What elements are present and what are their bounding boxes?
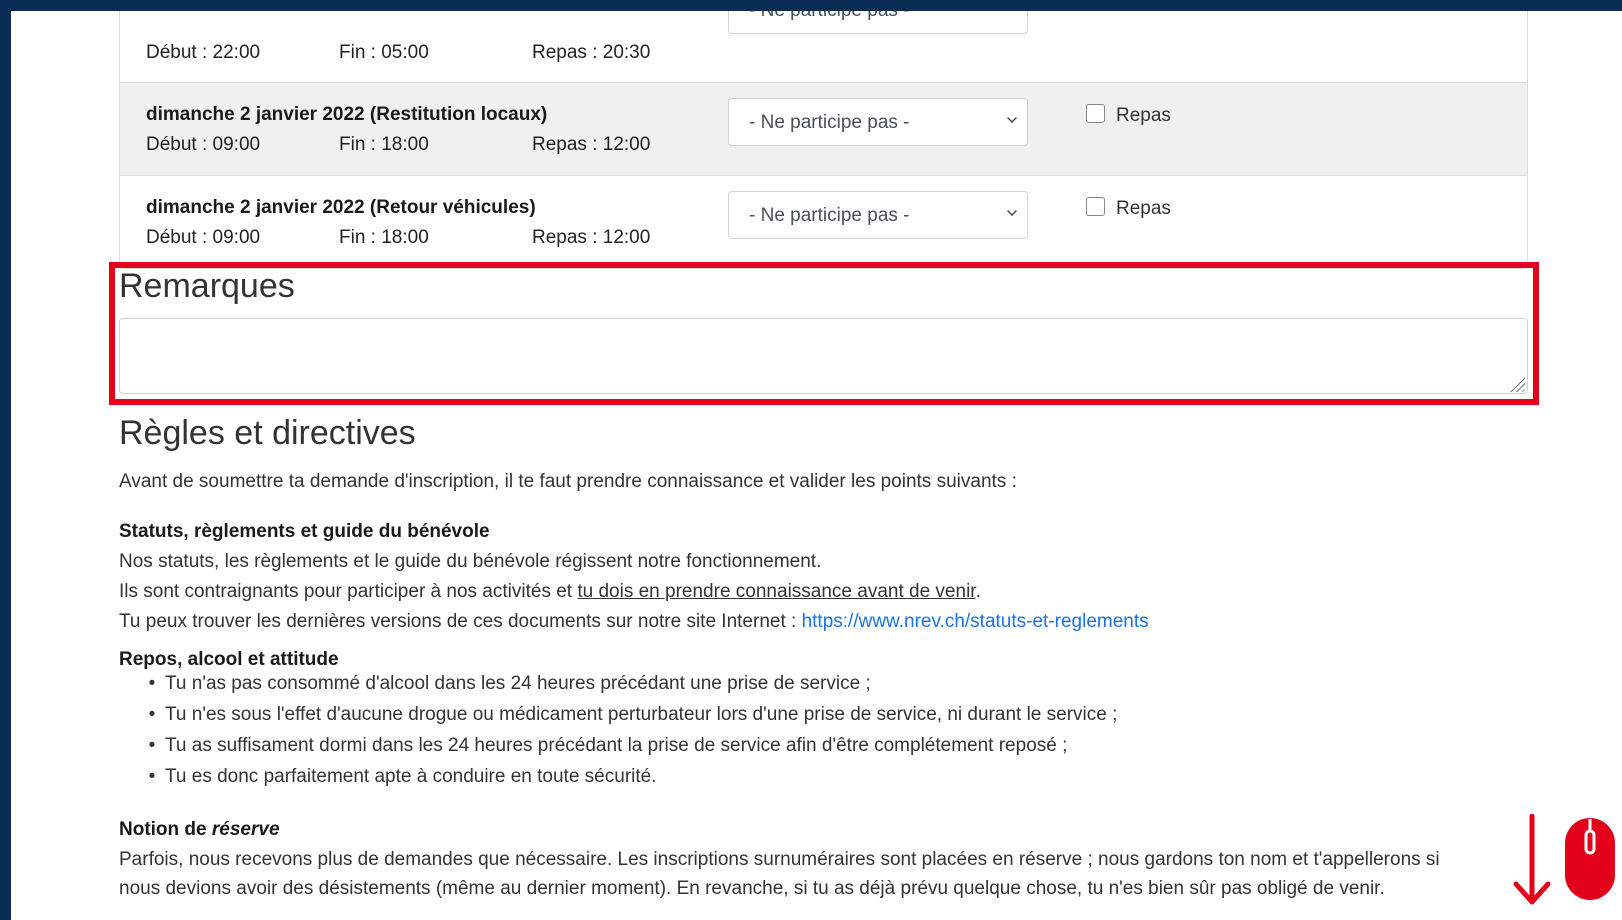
session-meal-time: Repas : 12:00: [532, 134, 651, 155]
participation-select-value: - Ne participe pas -: [749, 205, 910, 226]
list-item: Tu n'es sous l'effet d'aucune drogue ou …: [119, 704, 1117, 735]
arrow-down-icon: [1513, 814, 1551, 905]
session-row: dimanche 2 janvier 2022 (Retour véhicule…: [120, 175, 1527, 268]
statuts-underlined: tu dois en prendre connaissance avant de…: [577, 581, 976, 602]
rules-intro: Avant de soumettre ta demande d'inscript…: [119, 471, 1017, 492]
statuts-text: .: [975, 581, 981, 602]
session-row: dimanche 2 janvier 2022 (Restitution loc…: [120, 82, 1527, 175]
rules-title: Règles et directives: [119, 414, 416, 452]
session-row: Début : 22:00 Fin : 05:00 Repas : 20:30 …: [120, 11, 1527, 82]
meal-checkbox-label: Repas: [1116, 105, 1171, 126]
repos-heading: Repos, alcool et attitude: [119, 649, 339, 670]
reserve-heading-text: Notion de: [119, 819, 212, 840]
participation-select[interactable]: - Ne participe pas -: [728, 98, 1028, 146]
session-end: Fin : 05:00: [339, 42, 429, 63]
statuts-heading: Statuts, règlements et guide du bénévole: [119, 521, 490, 542]
statuts-text: Ils sont contraignants pour participer à…: [119, 581, 578, 602]
reserve-heading: Notion de réserve: [119, 819, 280, 841]
list-item: Tu es donc parfaitement apte à conduire …: [119, 766, 1117, 797]
participation-select-value: - Ne participe pas -: [749, 11, 910, 21]
statuts-text: Tu peux trouver les dernières versions d…: [119, 611, 802, 632]
session-list: Début : 22:00 Fin : 05:00 Repas : 20:30 …: [119, 11, 1528, 269]
checkbox-icon[interactable]: [1086, 104, 1105, 123]
session-title: dimanche 2 janvier 2022 (Restitution loc…: [146, 104, 548, 125]
statuts-line: Tu peux trouver les dernières versions d…: [119, 611, 1149, 633]
page: Début : 22:00 Fin : 05:00 Repas : 20:30 …: [11, 11, 1622, 920]
meal-checkbox-label: Repas: [1116, 198, 1171, 219]
mouse-scroll-icon: [1565, 818, 1615, 900]
session-start: Début : 09:00: [146, 227, 261, 248]
session-start: Début : 09:00: [146, 134, 261, 155]
reserve-line: nous devions avoir des désistements (mêm…: [119, 878, 1385, 899]
session-start: Début : 22:00: [146, 42, 261, 63]
repos-list: Tu n'as pas consommé d'alcool dans les 2…: [119, 673, 1117, 797]
statuts-line: Ils sont contraignants pour participer à…: [119, 581, 981, 603]
chevron-down-icon: [1007, 206, 1017, 216]
session-title: dimanche 2 janvier 2022 (Retour véhicule…: [146, 197, 536, 218]
statuts-line: Nos statuts, les règlements et le guide …: [119, 551, 822, 572]
reserve-line: Parfois, nous recevons plus de demandes …: [119, 849, 1440, 870]
statuts-link[interactable]: https://www.nrev.ch/statuts-et-reglement…: [802, 611, 1149, 632]
session-meal-time: Repas : 12:00: [532, 227, 651, 248]
checkbox-icon[interactable]: [1086, 197, 1105, 216]
chevron-down-icon: [1007, 113, 1017, 123]
meal-checkbox[interactable]: Repas: [1086, 197, 1171, 220]
list-item: Tu n'as pas consommé d'alcool dans les 2…: [119, 673, 1117, 704]
participation-select[interactable]: - Ne participe pas -: [728, 11, 1028, 34]
participation-select[interactable]: - Ne participe pas -: [728, 191, 1028, 239]
session-meal-time: Repas : 20:30: [532, 42, 651, 63]
reserve-heading-italic: réserve: [211, 819, 280, 840]
list-item: Tu as suffisament dormi dans les 24 heur…: [119, 735, 1117, 766]
session-end: Fin : 18:00: [339, 134, 429, 155]
participation-select-value: - Ne participe pas -: [749, 112, 910, 133]
session-end: Fin : 18:00: [339, 227, 429, 248]
meal-checkbox[interactable]: Repas: [1086, 104, 1171, 127]
highlight-box: [109, 262, 1539, 405]
